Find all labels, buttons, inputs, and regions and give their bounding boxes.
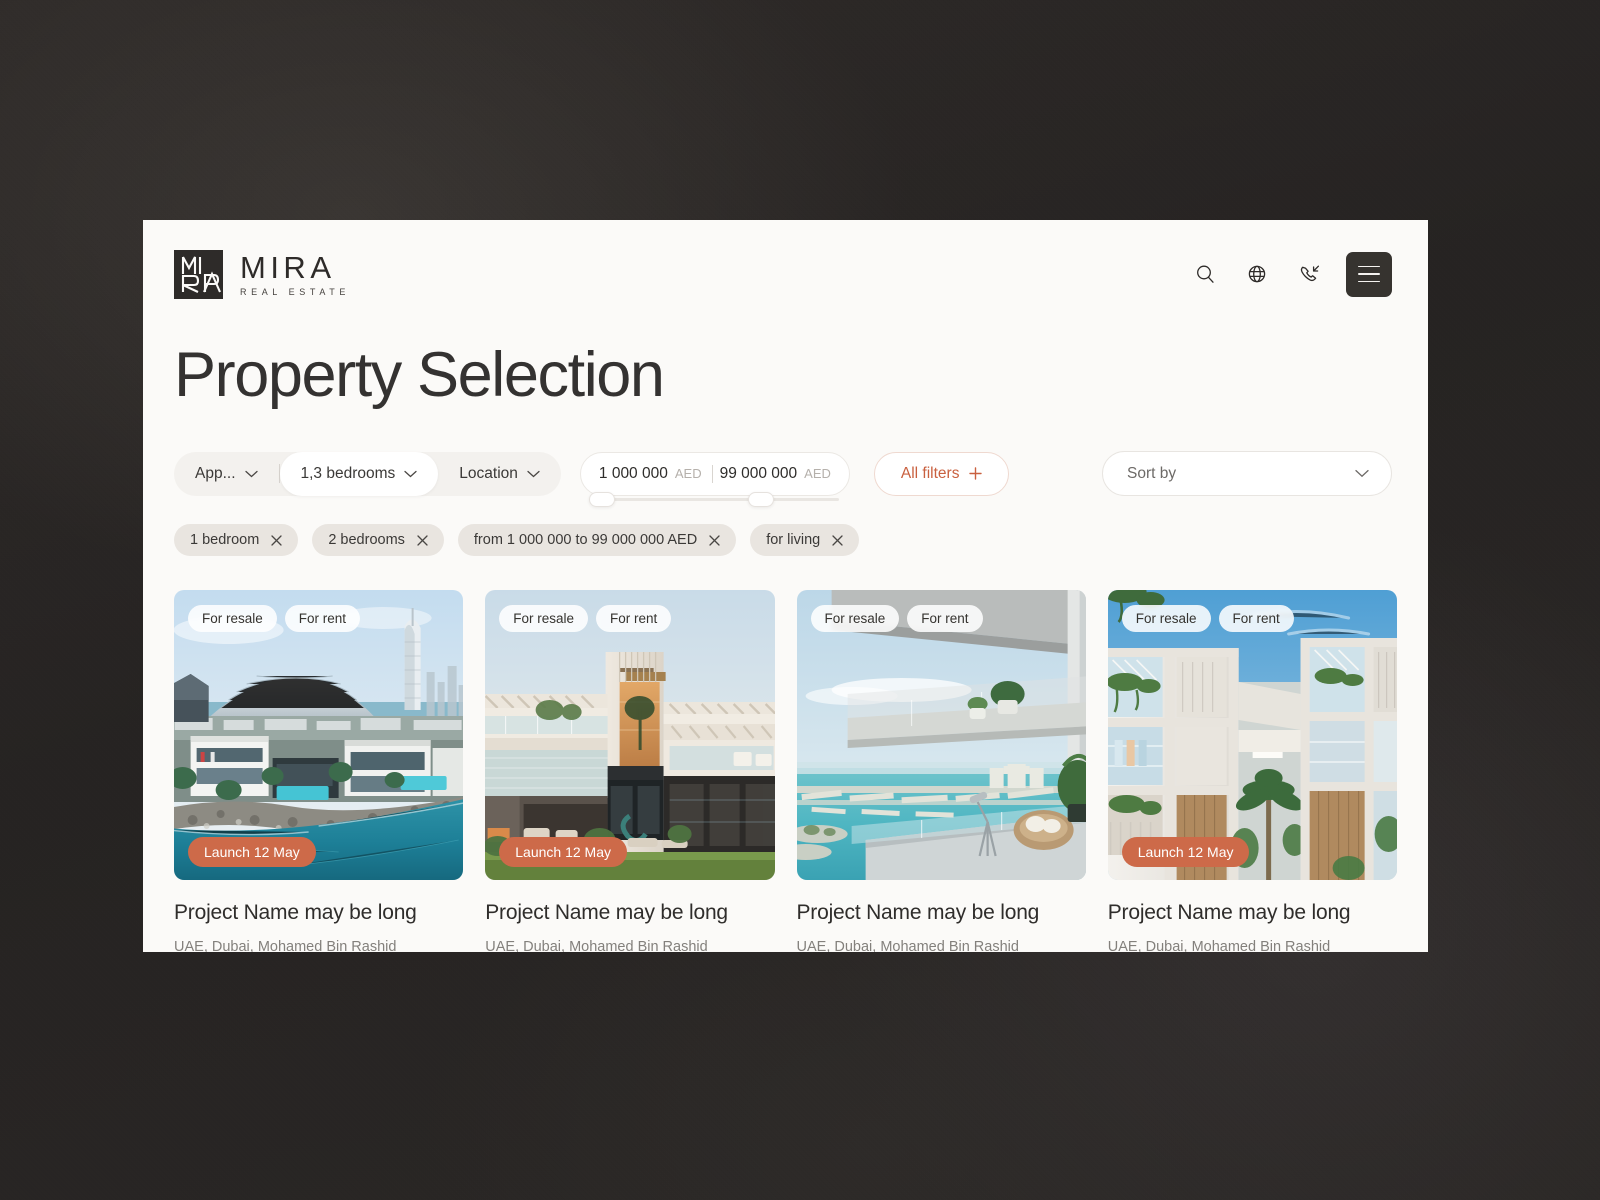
filter-chip[interactable]: 1 bedroom: [174, 524, 299, 557]
chevron-down-icon: [244, 470, 258, 478]
card-title: Project Name may be long: [174, 901, 417, 925]
active-filter-chips: 1 bedroom 2 bedrooms from 1 000 000 to 9…: [174, 524, 1428, 557]
badge-for-resale[interactable]: For resale: [188, 605, 277, 633]
site-header: MIRA REAL ESTATE: [143, 220, 1428, 306]
price-min-value: 1 000 000: [598, 464, 668, 482]
property-image: For resale For rent Launch 12 May: [174, 590, 464, 881]
property-image: For resale For rent Launch 12 May: [485, 590, 775, 881]
chip-label: 2 bedrooms: [328, 532, 405, 549]
close-icon[interactable]: [832, 534, 843, 546]
launch-badge: Launch 12 May: [1121, 837, 1250, 868]
badge-for-rent[interactable]: For rent: [907, 605, 983, 633]
brand-logo[interactable]: MIRA REAL ESTATE: [174, 249, 350, 299]
launch-badge: Launch 12 May: [188, 837, 316, 868]
badge-for-resale[interactable]: For resale: [499, 605, 589, 633]
price-max-currency: AED: [804, 465, 831, 481]
badge-for-rent[interactable]: For rent: [1218, 605, 1294, 633]
browser-page: MIRA REAL ESTATE Property Selection App.…: [143, 220, 1428, 952]
price-slider-track[interactable]: [588, 491, 839, 507]
property-card[interactable]: For resale For rent Launch 12 May Projec…: [1107, 590, 1397, 952]
price-min-currency: AED: [674, 465, 702, 481]
filter-chip[interactable]: from 1 000 000 to 99 000 000 AED: [457, 524, 737, 557]
filter-chip[interactable]: 2 bedrooms: [312, 524, 444, 557]
filter-bedrooms-dropdown[interactable]: 1,3 bedrooms: [279, 451, 439, 496]
close-icon[interactable]: [271, 534, 282, 546]
chevron-down-icon: [404, 470, 417, 478]
launch-badge: Launch 12 May: [499, 837, 627, 868]
filter-chip[interactable]: for living: [750, 524, 860, 557]
hamburger-menu-icon[interactable]: [1346, 251, 1392, 297]
property-image: For resale For rent Launch 12 May: [1107, 590, 1397, 881]
close-icon[interactable]: [417, 534, 428, 546]
card-location: UAE, Dubai, Mohamed Bin Rashid: [174, 939, 397, 952]
chip-label: from 1 000 000 to 99 000 000 AED: [473, 532, 698, 549]
chip-label: 1 bedroom: [190, 532, 260, 549]
price-max-value: 99 000 000: [719, 464, 798, 482]
filter-location-dropdown[interactable]: Location: [438, 452, 561, 496]
brand-name: MIRA: [240, 250, 336, 285]
badge-for-rent[interactable]: For rent: [596, 605, 672, 633]
listing-type-badges: For resale For rent: [188, 605, 361, 633]
chevron-down-icon: [527, 470, 540, 478]
price-slider-handle-min[interactable]: [588, 491, 615, 507]
sort-by-label: Sort by: [1127, 464, 1177, 482]
filter-apartment-dropdown[interactable]: App...: [174, 452, 279, 496]
card-title: Project Name may be long: [796, 901, 1040, 925]
badge-for-resale[interactable]: For resale: [1121, 605, 1211, 633]
all-filters-label: All filters: [900, 464, 960, 482]
card-location: UAE, Dubai, Mohamed Bin Rashid: [1107, 939, 1331, 952]
card-location: UAE, Dubai, Mohamed Bin Rashid: [796, 939, 1019, 952]
price-max-field[interactable]: 99 000 000 AED: [720, 465, 831, 483]
filter-bar: App... 1,3 bedrooms Location 1 000 000 A…: [174, 451, 1428, 507]
filter-segmented-group: App... 1,3 bedrooms Location: [174, 451, 561, 496]
card-title: Project Name may be long: [1107, 901, 1351, 925]
card-title: Project Name may be long: [485, 901, 728, 925]
search-icon[interactable]: [1190, 259, 1220, 289]
price-range-filter[interactable]: 1 000 000 AED 99 000 000 AED: [579, 451, 850, 507]
badge-for-rent[interactable]: For rent: [284, 605, 361, 633]
all-filters-button[interactable]: All filters: [873, 451, 1010, 496]
close-icon[interactable]: [709, 534, 720, 546]
card-location: UAE, Dubai, Mohamed Bin Rashid: [485, 939, 708, 952]
chip-label: for living: [766, 532, 821, 549]
price-divider: [711, 464, 713, 483]
listing-type-badges: For resale For rent: [499, 605, 672, 633]
globe-icon[interactable]: [1242, 259, 1272, 289]
property-card[interactable]: For resale For rent Launch 12 May Projec…: [485, 590, 775, 952]
page-title: Property Selection: [174, 340, 665, 410]
mira-logo-mark: [174, 249, 223, 299]
filter-location-label: Location: [459, 464, 518, 482]
price-slider-handle-max[interactable]: [747, 491, 774, 507]
brand-tagline: REAL ESTATE: [240, 287, 350, 297]
chevron-down-icon: [1355, 470, 1369, 478]
property-card-grid: For resale For rent Launch 12 May Projec…: [174, 590, 1397, 952]
filter-apartment-label: App...: [195, 464, 236, 482]
phone-callback-icon[interactable]: [1294, 259, 1324, 289]
header-actions: [1190, 251, 1392, 297]
plus-icon: [969, 467, 983, 480]
balcony-palm-jumeirah-view-illustration: [796, 590, 1086, 881]
listing-type-badges: For resale For rent: [1121, 605, 1294, 633]
sort-by-dropdown[interactable]: Sort by: [1102, 451, 1392, 497]
listing-type-badges: For resale For rent: [810, 605, 983, 633]
property-card[interactable]: For resale For rent Launch 12 May Projec…: [174, 590, 464, 952]
property-card[interactable]: For resale For rent Project Name may be …: [796, 590, 1086, 952]
price-min-field[interactable]: 1 000 000 AED: [599, 465, 705, 483]
badge-for-resale[interactable]: For resale: [810, 605, 900, 633]
filter-bedrooms-label: 1,3 bedrooms: [300, 464, 396, 482]
property-image: For resale For rent: [796, 590, 1086, 881]
